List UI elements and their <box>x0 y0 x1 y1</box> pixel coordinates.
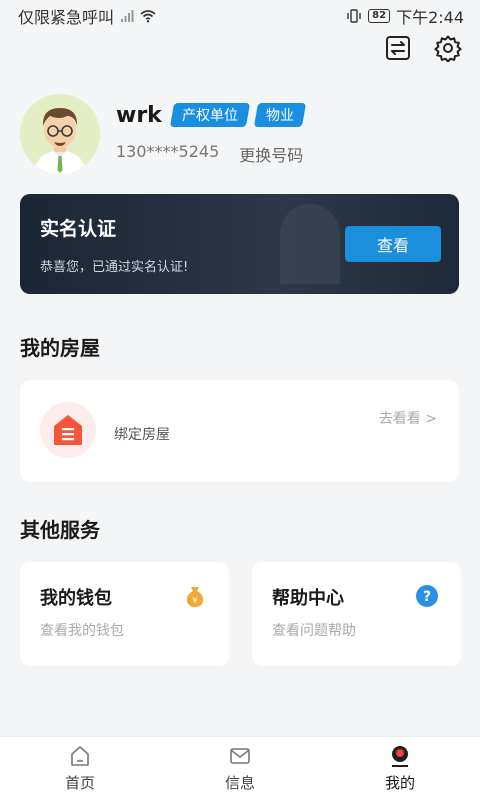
status-bar: 仅限紧急呼叫 82 下午2:44 <box>0 0 480 32</box>
tab-home[interactable]: 首页 <box>0 737 160 800</box>
tab-bar: 首页 信息 我的 <box>0 736 480 800</box>
role-tag: 产权单位 <box>169 103 250 127</box>
bind-house-label: 绑定房屋 <box>114 427 170 443</box>
help-center-subtitle: 查看问题帮助 <box>272 623 356 639</box>
tab-messages[interactable]: 信息 <box>160 737 320 800</box>
help-center-card[interactable]: 帮助中心 查看问题帮助 ? <box>252 562 461 666</box>
go-see-link[interactable]: 去看看 > <box>379 408 437 428</box>
settings-icon[interactable] <box>434 34 462 62</box>
view-verification-button[interactable]: 查看 <box>345 226 441 262</box>
wallet-title: 我的钱包 <box>40 588 112 609</box>
change-phone-link[interactable]: 更换号码 <box>239 142 303 166</box>
background-silhouette <box>280 204 340 284</box>
house-icon <box>40 402 96 458</box>
profile-icon <box>392 746 408 767</box>
user-name: wrk <box>116 102 162 128</box>
profile-section: wrk 产权单位 物业 130****5245 更换号码 <box>20 94 306 174</box>
money-bag-icon: ¥ <box>186 587 204 607</box>
wallet-card[interactable]: 我的钱包 查看我的钱包 ¥ <box>20 562 229 666</box>
battery-indicator: 82 <box>368 9 391 23</box>
svg-text:?: ? <box>423 589 431 605</box>
tab-messages-label: 信息 <box>224 774 255 792</box>
other-services-title: 其他服务 <box>20 518 100 542</box>
header-actions <box>384 34 462 62</box>
tab-home-label: 首页 <box>64 774 95 792</box>
verification-title: 实名认证 <box>40 218 117 240</box>
svg-text:¥: ¥ <box>192 596 197 605</box>
wallet-subtitle: 查看我的钱包 <box>40 623 124 639</box>
clock: 下午2:44 <box>396 8 464 27</box>
verification-card: 实名认证 恭喜您，已通过实名认证! 查看 <box>20 194 459 294</box>
message-icon <box>230 748 250 764</box>
vibrate-icon <box>347 9 361 23</box>
signal-icon <box>121 10 134 22</box>
switch-icon[interactable] <box>384 34 412 62</box>
help-icon: ? <box>416 585 438 607</box>
avatar[interactable] <box>20 94 100 174</box>
role-tag: 物业 <box>253 103 306 127</box>
phone-number: 130****5245 <box>116 141 220 161</box>
house-card[interactable]: 绑定房屋 去看看 > <box>20 380 459 482</box>
carrier-text: 仅限紧急呼叫 <box>18 8 115 27</box>
my-house-title: 我的房屋 <box>20 336 100 360</box>
wifi-icon <box>140 10 156 23</box>
verification-subtitle: 恭喜您，已通过实名认证! <box>40 260 189 275</box>
tab-profile[interactable]: 我的 <box>320 737 480 800</box>
home-icon <box>71 746 89 766</box>
help-center-title: 帮助中心 <box>272 588 344 609</box>
tab-profile-label: 我的 <box>384 774 415 792</box>
